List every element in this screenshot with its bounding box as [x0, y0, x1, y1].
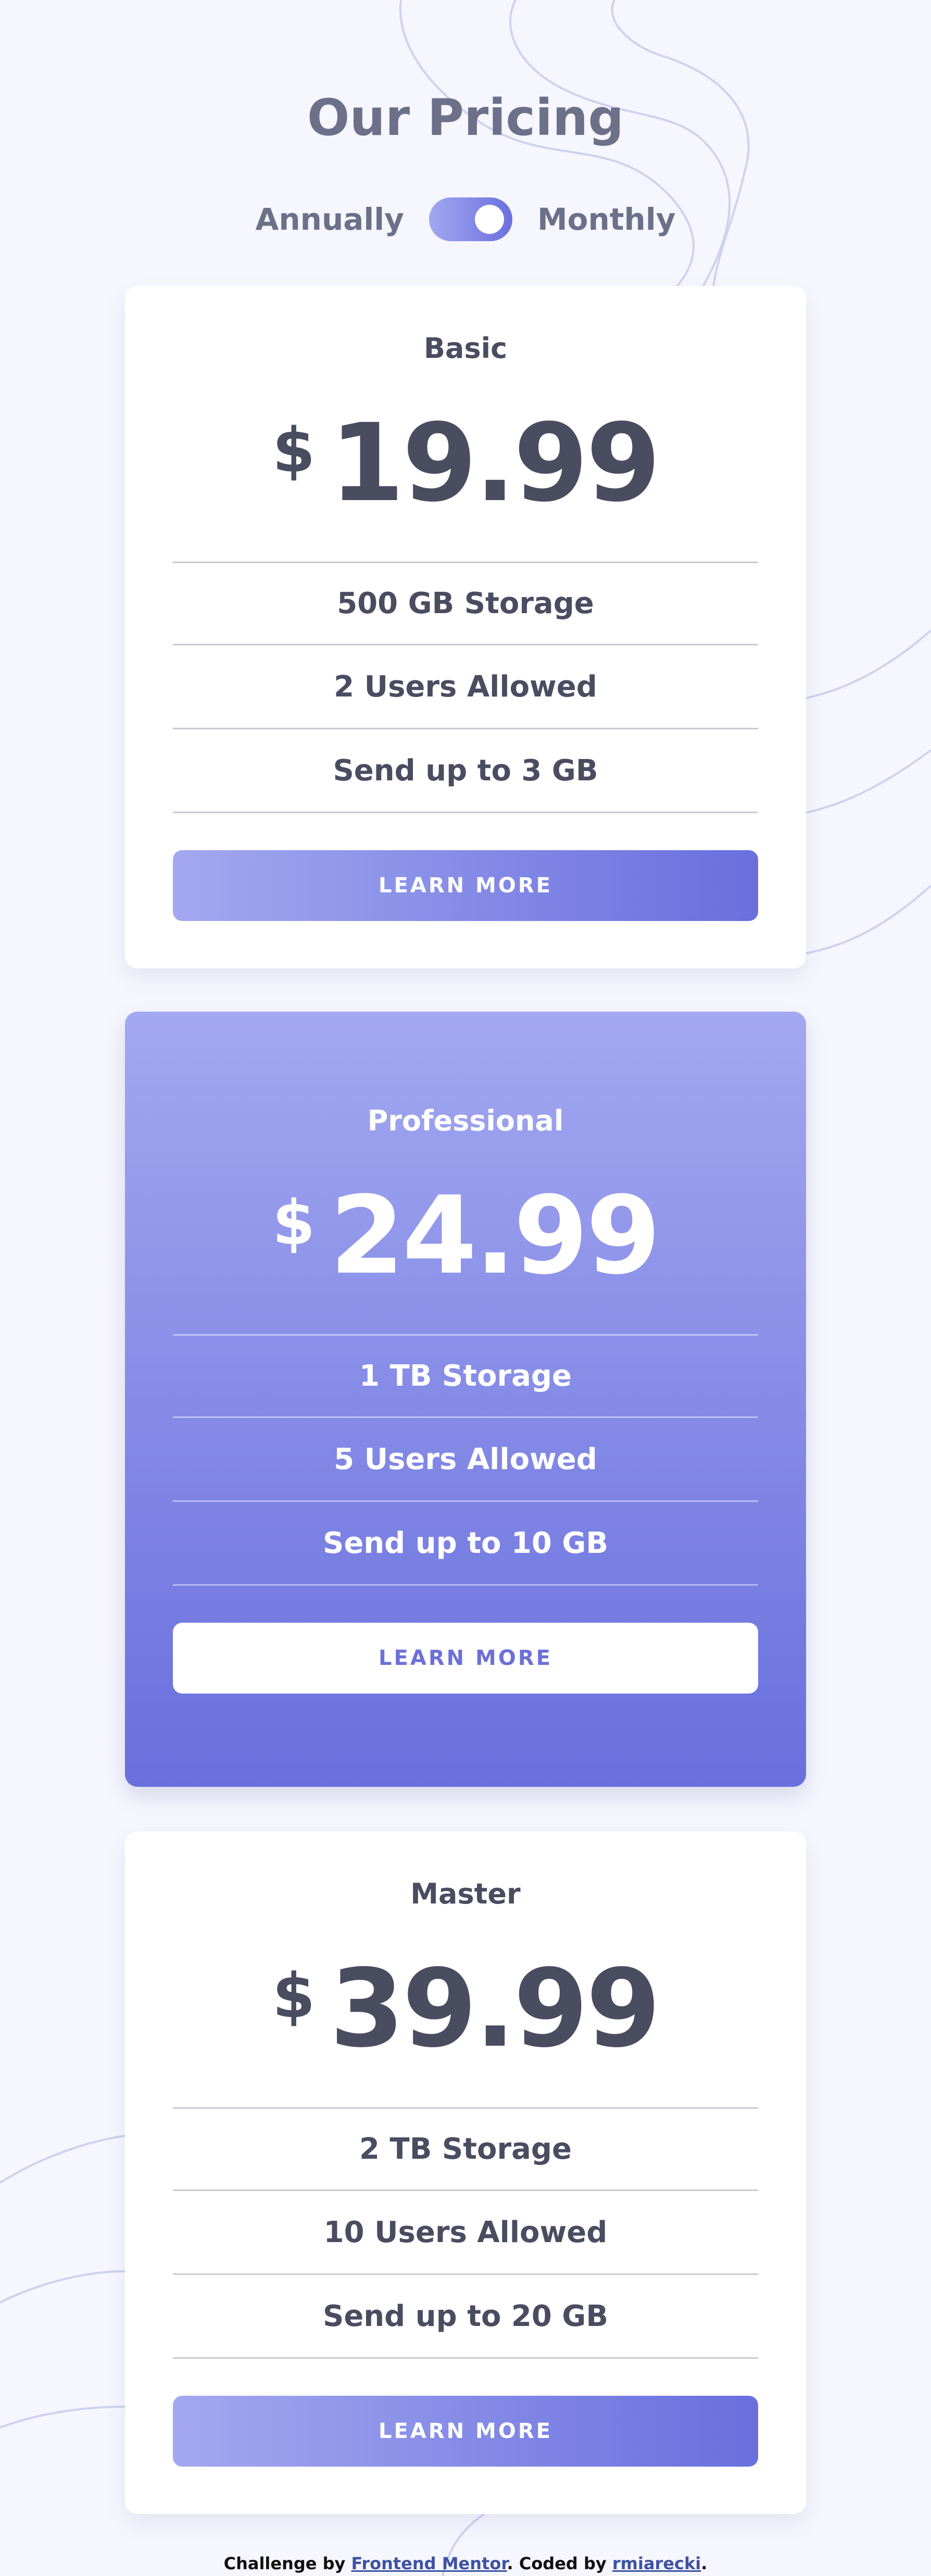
- toggle-knob: [474, 205, 504, 234]
- price-amount: 24.99: [330, 1173, 661, 1298]
- price-amount: 39.99: [330, 1946, 661, 2071]
- attribution-footer: Challenge by Frontend Mentor. Coded by r…: [0, 2554, 931, 2573]
- feature-users: 10 Users Allowed: [173, 2191, 758, 2275]
- learn-more-button[interactable]: LEARN MORE: [173, 850, 758, 921]
- feature-list: 500 GB Storage 2 Users Allowed Send up t…: [173, 562, 758, 813]
- footer-suffix: .: [701, 2554, 708, 2573]
- billing-toggle-row: Annually Monthly: [0, 196, 931, 243]
- currency-symbol: $: [272, 414, 316, 486]
- feature-send-limit: Send up to 20 GB: [173, 2275, 758, 2359]
- plan-card-basic: Basic $ 19.99 500 GB Storage 2 Users All…: [125, 286, 806, 968]
- price: $ 39.99: [125, 1946, 806, 2071]
- feature-users: 5 Users Allowed: [173, 1418, 758, 1502]
- feature-storage: 500 GB Storage: [173, 562, 758, 645]
- plan-name: Professional: [367, 1104, 564, 1137]
- plan-name: Basic: [423, 332, 508, 365]
- price-amount: 19.99: [330, 401, 661, 526]
- price: $ 19.99: [125, 401, 806, 526]
- currency-symbol: $: [272, 1187, 316, 1259]
- learn-more-button[interactable]: LEARN MORE: [173, 2396, 758, 2467]
- monthly-label[interactable]: Monthly: [537, 202, 676, 237]
- feature-list: 2 TB Storage 10 Users Allowed Send up to…: [173, 2107, 758, 2359]
- learn-more-button[interactable]: LEARN MORE: [173, 1623, 758, 1694]
- plan-card-master: Master $ 39.99 2 TB Storage 10 Users All…: [125, 1832, 806, 2514]
- author-link[interactable]: rmiarecki: [612, 2554, 701, 2573]
- feature-list: 1 TB Storage 5 Users Allowed Send up to …: [173, 1334, 758, 1586]
- currency-symbol: $: [272, 1960, 316, 2032]
- feature-storage: 2 TB Storage: [173, 2107, 758, 2191]
- pricing-page: Our Pricing Annually Monthly Basic $ 19.…: [0, 0, 931, 2576]
- feature-send-limit: Send up to 10 GB: [173, 1502, 758, 1586]
- annually-label[interactable]: Annually: [255, 202, 404, 237]
- plan-name: Master: [410, 1877, 521, 1910]
- plan-card-professional: Professional $ 24.99 1 TB Storage 5 User…: [125, 1012, 806, 1787]
- price: $ 24.99: [125, 1173, 806, 1298]
- feature-storage: 1 TB Storage: [173, 1334, 758, 1418]
- footer-prefix: Challenge by: [223, 2554, 351, 2573]
- billing-period-toggle[interactable]: [429, 197, 512, 241]
- feature-send-limit: Send up to 3 GB: [173, 729, 758, 813]
- feature-users: 2 Users Allowed: [173, 645, 758, 729]
- page-title: Our Pricing: [307, 89, 624, 147]
- footer-middle: . Coded by: [507, 2554, 612, 2573]
- frontend-mentor-link[interactable]: Frontend Mentor: [351, 2554, 507, 2573]
